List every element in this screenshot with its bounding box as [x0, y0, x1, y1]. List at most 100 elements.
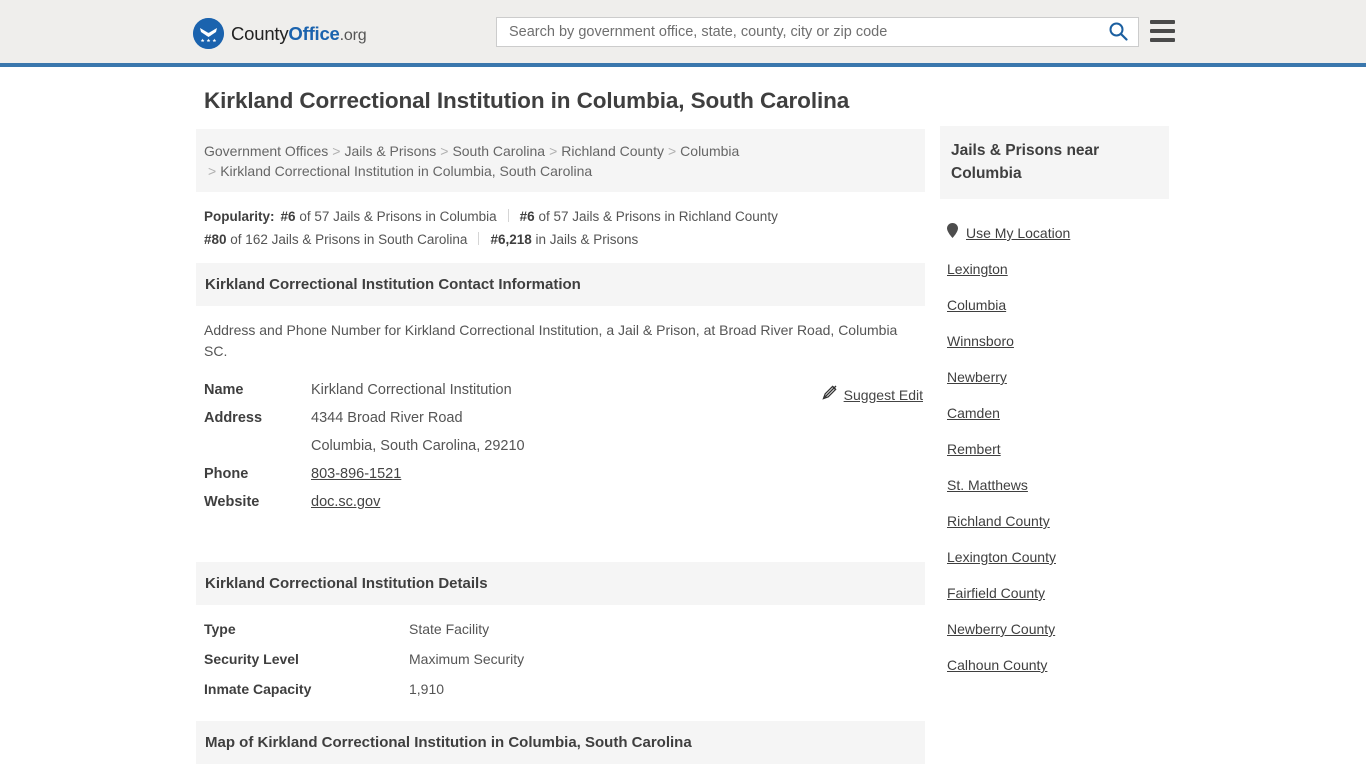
contact-row-name: Name Kirkland Correctional Institution: [204, 382, 925, 398]
search-icon: [1108, 21, 1128, 44]
details-row-inmate-capacity: Inmate Capacity 1,910: [204, 681, 925, 697]
sidebar-item-label[interactable]: Newberry County: [947, 621, 1055, 637]
sidebar-item-lexington[interactable]: Lexington: [940, 251, 1169, 287]
contact-row-value: Kirkland Correctional Institution: [311, 382, 512, 398]
breadcrumb-separator: >: [332, 143, 341, 159]
popularity-rank: #6: [280, 209, 296, 224]
sidebar-item-use-my-location[interactable]: Use My Location: [940, 215, 1169, 251]
popularity-rank: #80: [204, 232, 227, 247]
page-title: Kirkland Correctional Institution in Col…: [204, 88, 850, 113]
sidebar-item-columbia[interactable]: Columbia: [940, 287, 1169, 323]
phone-link[interactable]: 803-896-1521: [311, 466, 401, 482]
search-bar[interactable]: [496, 17, 1139, 47]
eagle-shield-logo-icon: [193, 18, 224, 49]
sidebar-item-label[interactable]: Calhoun County: [947, 657, 1047, 673]
sidebar-item-label[interactable]: Rembert: [947, 441, 1001, 457]
breadcrumb: Government Offices > Jails & Prisons > South…: [196, 129, 925, 192]
breadcrumb-item-jails-prisons[interactable]: Jails & Prisons: [344, 143, 436, 159]
breadcrumb-item-richland-county[interactable]: Richland County: [561, 143, 664, 159]
contact-row-label: Address: [204, 410, 263, 426]
breadcrumb-separator: >: [440, 143, 449, 159]
logo-text-office: Office: [288, 22, 340, 44]
sidebar-item-label[interactable]: Columbia: [947, 297, 1006, 313]
hamburger-menu-icon[interactable]: [1150, 20, 1175, 42]
contact-row-label: Phone: [204, 466, 249, 482]
suggest-edit-label: Suggest Edit: [843, 386, 923, 403]
details-section-heading: Kirkland Correctional Institution Detail…: [196, 562, 925, 605]
sidebar-item-label[interactable]: Camden: [947, 405, 1000, 421]
popularity-text: of 57 Jails & Prisons in Richland County: [538, 209, 778, 224]
details-row-value: State Facility: [409, 621, 490, 637]
sidebar-item-st-matthews[interactable]: St. Matthews: [940, 467, 1169, 503]
popularity-text: of 162 Jails & Prisons in South Carolina: [230, 232, 468, 247]
site-logo[interactable]: CountyOffice.org: [193, 18, 367, 49]
sidebar-item-fairfield-county[interactable]: Fairfield County: [940, 575, 1169, 611]
sidebar-item-label[interactable]: Use My Location: [966, 225, 1070, 241]
address-line-1: 4344 Broad River Road: [311, 410, 463, 426]
popularity-divider: [507, 209, 509, 222]
contact-info-table: Suggest Edit Name Kirkland Correctional …: [196, 382, 925, 510]
contact-row-label: Name: [204, 382, 244, 398]
sidebar-item-label[interactable]: Richland County: [947, 513, 1050, 529]
details-row-label: Security Level: [204, 651, 299, 667]
map-intro-text: View map of Kirkland Correctional Instit…: [196, 764, 925, 768]
site-header: CountyOffice.org: [0, 0, 1366, 67]
main-content: Kirkland Correctional Institution in Col…: [196, 88, 925, 768]
sidebar-item-lexington-county[interactable]: Lexington County: [940, 539, 1169, 575]
popularity-bar: Popularity: #6 of 57 Jails & Prisons in C…: [196, 192, 925, 263]
sidebar-item-winnsboro[interactable]: Winnsboro: [940, 323, 1169, 359]
sidebar-item-label[interactable]: Newberry: [947, 369, 1007, 385]
search-button[interactable]: [1098, 18, 1138, 46]
edit-pencil-icon: [822, 384, 838, 405]
breadcrumb-separator: >: [208, 163, 217, 179]
suggest-edit-button[interactable]: Suggest Edit: [822, 384, 923, 405]
breadcrumb-item-south-carolina[interactable]: South Carolina: [452, 143, 545, 159]
details-row-type: Type State Facility: [204, 621, 925, 637]
breadcrumb-separator: >: [667, 143, 677, 159]
hamburger-bar: [1150, 20, 1175, 24]
sidebar-item-newberry-county[interactable]: Newberry County: [940, 611, 1169, 647]
sidebar-item-newberry[interactable]: Newberry: [940, 359, 1169, 395]
breadcrumb-current: Kirkland Correctional Institution in Col…: [220, 163, 593, 179]
popularity-text: of 57 Jails & Prisons in Columbia: [299, 209, 497, 224]
contact-description: Address and Phone Number for Kirkland Co…: [204, 322, 898, 359]
contact-section-heading: Kirkland Correctional Institution Contac…: [196, 263, 925, 306]
contact-row-website: Website doc.sc.gov: [204, 494, 925, 510]
search-input[interactable]: [497, 18, 1098, 46]
website-link[interactable]: doc.sc.gov: [311, 494, 380, 510]
sidebar-heading: Jails & Prisons near Columbia: [940, 126, 1169, 199]
details-row-security-level: Security Level Maximum Security: [204, 651, 925, 667]
sidebar-item-label[interactable]: St. Matthews: [947, 477, 1028, 493]
sidebar-item-label[interactable]: Fairfield County: [947, 585, 1045, 601]
details-row-label: Type: [204, 621, 236, 637]
sidebar-item-label[interactable]: Lexington County: [947, 549, 1056, 565]
sidebar-item-richland-county[interactable]: Richland County: [940, 503, 1169, 539]
details-row-value: Maximum Security: [409, 651, 525, 667]
popularity-rank: #6: [519, 209, 535, 224]
contact-row-value: 4344 Broad River Road Columbia, South Ca…: [311, 410, 525, 454]
popularity-rank: #6,218: [490, 232, 532, 247]
sidebar: Jails & Prisons near Columbia Use My Loc…: [940, 126, 1169, 683]
popularity-entry-south-carolina: #80 of 162 Jails & Prisons in South Caro…: [204, 232, 467, 247]
contact-row-label: Website: [204, 494, 260, 510]
hamburger-bar: [1150, 29, 1175, 33]
sidebar-links: Use My Location Lexington Columbia Winns…: [940, 199, 1169, 683]
popularity-entry-richland-county: #6 of 57 Jails & Prisons in Richland Cou…: [520, 209, 778, 224]
sidebar-item-label[interactable]: Lexington: [947, 261, 1008, 277]
map-pin-icon: [947, 223, 958, 243]
popularity-entry-all: #6,218 in Jails & Prisons: [490, 232, 638, 247]
sidebar-item-camden[interactable]: Camden: [940, 395, 1169, 431]
popularity-divider: [478, 232, 480, 245]
logo-text-county: County: [231, 22, 289, 44]
details-table: Type State Facility Security Level Maxim…: [196, 605, 925, 697]
sidebar-item-calhoun-county[interactable]: Calhoun County: [940, 647, 1169, 683]
details-row-value: 1,910: [409, 681, 445, 697]
breadcrumb-separator: >: [549, 143, 558, 159]
breadcrumb-item-columbia[interactable]: Columbia: [680, 143, 739, 159]
popularity-text: in Jails & Prisons: [535, 232, 639, 247]
sidebar-item-rembert[interactable]: Rembert: [940, 431, 1169, 467]
sidebar-item-label[interactable]: Winnsboro: [947, 333, 1014, 349]
details-row-label: Inmate Capacity: [204, 681, 312, 697]
breadcrumb-item-government-offices[interactable]: Government Offices: [204, 143, 328, 159]
popularity-entry-columbia: #6 of 57 Jails & Prisons in Columbia: [281, 209, 497, 224]
